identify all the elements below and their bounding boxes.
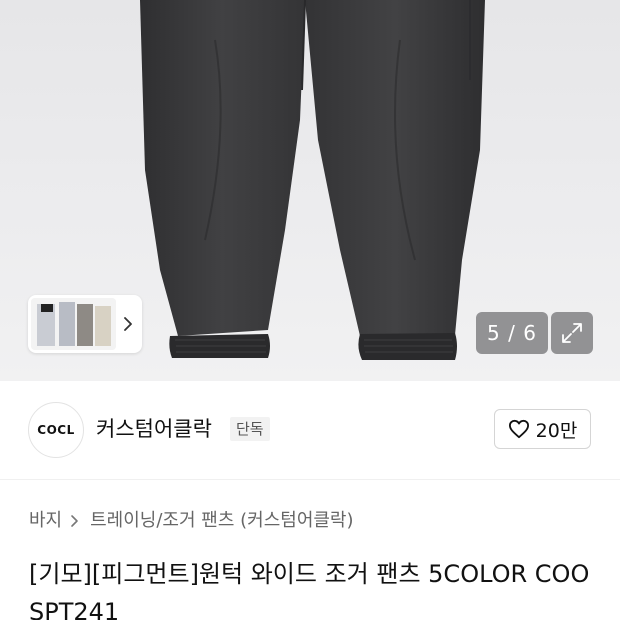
exclusive-badge: 단독 [230,417,270,441]
thumbnail-image[interactable] [31,298,116,350]
brand-logo[interactable]: COCL [28,402,84,458]
breadcrumb-subcategory[interactable]: 트레이닝/조거 팬츠 (커스텀어클락) [90,508,353,534]
chevron-right-icon[interactable] [120,316,136,332]
product-page: 5 / 6 COCL 커스텀어클락 단독 20만 바지 트레이닝/조거 팬츠 (… [0,0,620,620]
thumbnail-strip[interactable] [28,295,142,353]
heart-icon [508,419,529,439]
product-image-gallery[interactable]: 5 / 6 [0,0,620,381]
thumbnail-graphic [31,298,116,350]
chevron-right-icon [71,515,78,527]
like-count: 20만 [535,419,578,442]
section-divider [0,479,620,480]
brand-logo-text: COCL [37,423,75,437]
breadcrumb: 바지 트레이닝/조거 팬츠 (커스텀어클락) [29,508,354,534]
expand-button[interactable] [551,312,593,354]
expand-icon [562,323,582,343]
breadcrumb-category[interactable]: 바지 [29,508,62,534]
image-counter: 5 / 6 [476,312,548,354]
product-title: [기모][피그먼트]원턱 와이드 조거 팬츠 5COLOR COOSPT241 [29,560,590,620]
brand-row: COCL 커스텀어클락 단독 20만 [0,381,620,479]
brand-name[interactable]: 커스텀어클락 [96,415,212,443]
like-button[interactable]: 20만 [494,409,591,449]
